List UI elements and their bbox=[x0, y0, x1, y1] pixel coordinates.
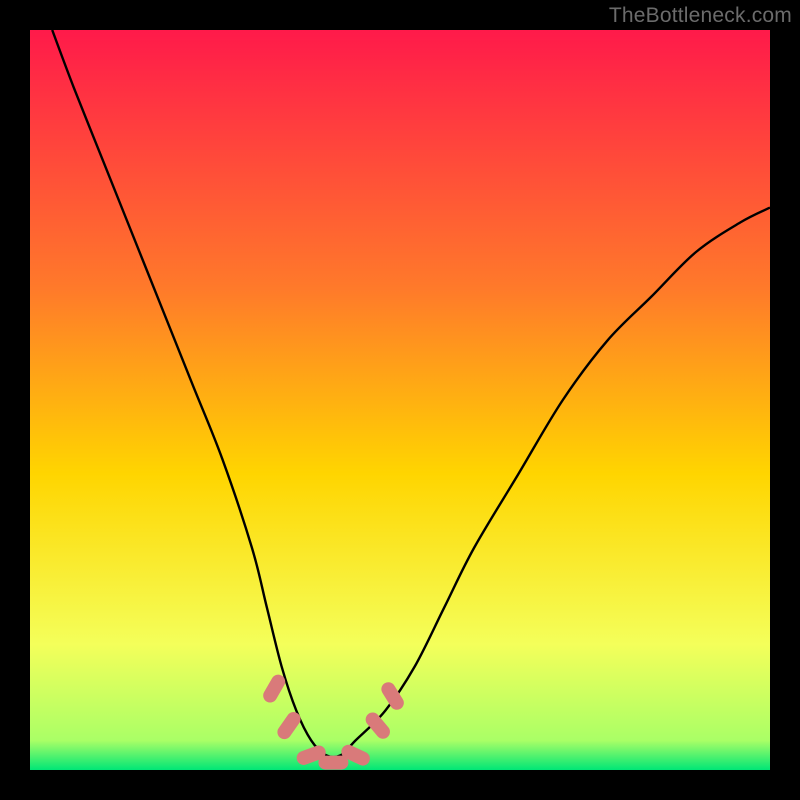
plot-svg bbox=[30, 30, 770, 770]
curve-marker bbox=[318, 756, 348, 770]
chart-frame: TheBottleneck.com bbox=[0, 0, 800, 800]
watermark-text: TheBottleneck.com bbox=[609, 4, 792, 28]
plot-area bbox=[30, 30, 770, 770]
gradient-background bbox=[30, 30, 770, 770]
